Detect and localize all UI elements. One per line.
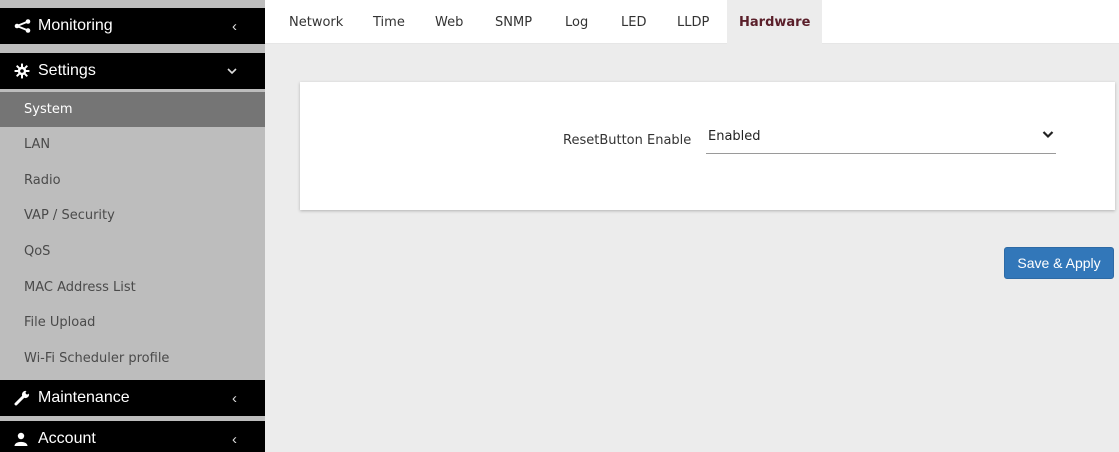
nav-account-label: Account: [38, 430, 96, 447]
reset-button-enable-label: ResetButton Enable: [563, 133, 692, 148]
sidebar: Monitoring ‹ Settings System LAN Radio V…: [0, 0, 265, 452]
tab-network[interactable]: Network: [289, 0, 343, 44]
tab-web[interactable]: Web: [435, 0, 463, 44]
chevron-left-icon: ‹: [232, 389, 237, 407]
nav-settings-label: Settings: [38, 62, 96, 79]
wrench-icon: [14, 390, 34, 406]
nav-maintenance-label: Maintenance: [38, 389, 130, 406]
sidebar-item-qos[interactable]: QoS: [0, 234, 265, 269]
tab-time[interactable]: Time: [373, 0, 405, 44]
tab-snmp[interactable]: SNMP: [495, 0, 532, 44]
gear-icon: [14, 63, 34, 79]
sidebar-item-file-upload[interactable]: File Upload: [0, 305, 265, 340]
tab-log[interactable]: Log: [565, 0, 588, 44]
sidebar-item-wifi-scheduler-profile[interactable]: Wi-Fi Scheduler profile: [0, 341, 265, 376]
sidebar-item-mac-address-list[interactable]: MAC Address List: [0, 270, 265, 305]
save-apply-button[interactable]: Save & Apply: [1004, 247, 1114, 279]
share-icon: [14, 19, 34, 33]
nav-monitoring[interactable]: Monitoring ‹: [0, 8, 265, 44]
chevron-down-icon: [227, 53, 237, 89]
hardware-settings-panel: ResetButton Enable Enabled: [300, 82, 1115, 210]
sidebar-item-vap-security[interactable]: VAP / Security: [0, 198, 265, 233]
sidebar-item-radio[interactable]: Radio: [0, 163, 265, 198]
tab-lldp[interactable]: LLDP: [677, 0, 709, 44]
chevron-down-icon: [1042, 126, 1054, 144]
nav-monitoring-label: Monitoring: [38, 17, 113, 34]
user-icon: [14, 432, 34, 446]
reset-button-enable-value: Enabled: [708, 129, 761, 144]
tab-hardware[interactable]: Hardware: [727, 0, 823, 44]
nav-settings[interactable]: Settings: [0, 53, 265, 89]
chevron-left-icon: ‹: [232, 430, 237, 448]
chevron-left-icon: ‹: [232, 17, 237, 35]
nav-account[interactable]: Account ‹: [0, 421, 265, 452]
reset-button-enable-select[interactable]: Enabled: [706, 118, 1056, 154]
tab-bar: Network Time Web SNMP Log LED LLDP Hardw…: [265, 0, 1119, 44]
sidebar-item-system[interactable]: System: [0, 92, 265, 127]
sidebar-item-lan[interactable]: LAN: [0, 127, 265, 162]
nav-maintenance[interactable]: Maintenance ‹: [0, 380, 265, 416]
tab-led[interactable]: LED: [621, 0, 646, 44]
